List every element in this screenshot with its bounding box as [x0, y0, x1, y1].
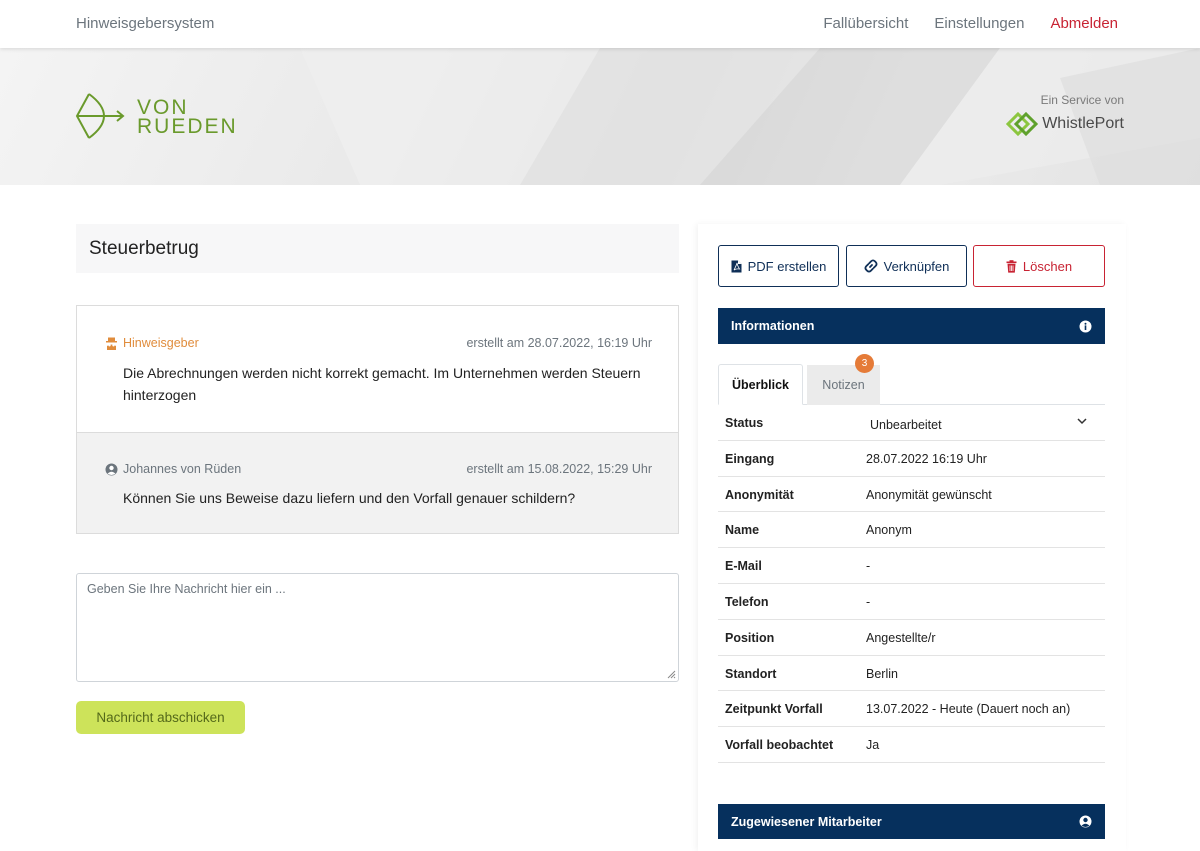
info-row: Position Angestellte/r: [718, 620, 1105, 656]
message-text: Die Abrechnungen werden nicht korrekt ge…: [123, 365, 641, 403]
top-navbar: Hinweisgebersystem Fallübersicht Einstel…: [0, 0, 1200, 48]
info-row: Vorfall beobachtet Ja: [718, 727, 1105, 763]
info-row: Zeitpunkt Vorfall 13.07.2022 - Heute (Da…: [718, 691, 1105, 728]
message-item: Johannes von Rüden erstellt am 15.08.202…: [77, 432, 678, 533]
logo-text-line2: RUEDEN: [137, 115, 238, 138]
trash-icon: [1006, 259, 1017, 273]
delete-case-label: Löschen: [1022, 258, 1073, 274]
service-provider: Ein Service von WhistlePort: [1006, 93, 1124, 136]
company-logo: VON RUEDEN: [75, 92, 238, 142]
bow-arrow-logo-icon: [75, 93, 125, 139]
assigned-employee-label: Zugewiesener Mitarbeiter: [731, 814, 882, 829]
info-value: -: [866, 594, 871, 609]
info-value: Anonymität gewünscht: [866, 487, 992, 502]
information-header-label: Informationen: [731, 319, 815, 333]
link-chain-icon: [864, 259, 878, 273]
pdf-file-icon: [731, 260, 742, 272]
message-timestamp: erstellt am 15.08.2022, 15:29 Uhr: [466, 462, 652, 476]
case-information-table: Status Unbearbeitet Eingang 28.07.2022 1…: [718, 405, 1105, 763]
message-input[interactable]: [76, 573, 679, 682]
tab-overview[interactable]: Überblick: [718, 364, 803, 405]
info-label: Status: [725, 416, 764, 430]
info-row: Telefon -: [718, 584, 1105, 620]
info-label: Vorfall beobachtet: [725, 738, 834, 753]
info-tabs: Überblick Notizen: [718, 364, 1105, 405]
resize-grip-icon[interactable]: [666, 669, 676, 679]
create-pdf-button[interactable]: PDF erstellen: [718, 245, 839, 287]
link-case-button[interactable]: Verknüpfen: [846, 245, 967, 287]
info-value: Berlin: [866, 666, 898, 681]
info-label: E-Mail: [725, 559, 762, 574]
info-label: Position: [725, 630, 775, 645]
info-row: E-Mail -: [718, 548, 1105, 584]
info-row: Anonymität Anonymität gewünscht: [718, 477, 1105, 513]
link-case-label: Verknüpfen: [883, 258, 950, 274]
header-banner: VON RUEDEN Ein Service von WhistlePort: [0, 48, 1200, 185]
message-item: Hinweisgeber erstellt am 28.07.2022, 16:…: [77, 306, 678, 432]
whistleport-logo-icon: [1006, 112, 1039, 136]
user-circle-icon: [105, 463, 118, 475]
information-section-header[interactable]: Informationen: [718, 308, 1105, 344]
info-label: Zeitpunkt Vorfall: [725, 702, 823, 717]
info-value: Anonym: [866, 523, 912, 538]
info-label: Name: [725, 523, 760, 538]
app-brand[interactable]: Hinweisgebersystem: [76, 15, 214, 32]
message-timestamp: erstellt am 28.07.2022, 16:19 Uhr: [466, 336, 652, 350]
info-value: 28.07.2022 16:19 Uhr: [866, 451, 987, 466]
info-label: Anonymität: [725, 487, 794, 502]
info-value: -: [866, 559, 871, 574]
nav-link-case-overview[interactable]: Fallübersicht: [823, 15, 908, 32]
message-author: Hinweisgeber: [123, 336, 199, 350]
info-value: 13.07.2022 - Heute (Dauert noch an): [866, 702, 1071, 717]
info-row: Standort Berlin: [718, 656, 1105, 692]
message-text: Können Sie uns Beweise dazu liefern und …: [123, 490, 576, 506]
info-row: Name Anonym: [718, 512, 1105, 549]
nav-link-settings[interactable]: Einstellungen: [934, 15, 1024, 32]
info-label: Eingang: [725, 451, 775, 466]
info-circle-icon[interactable]: [1079, 320, 1092, 333]
service-name: WhistlePort: [1042, 115, 1124, 132]
info-value: Angestellte/r: [866, 630, 936, 645]
info-label: Standort: [725, 666, 777, 681]
nav-links: Fallübersicht Einstellungen Abmelden: [823, 15, 1118, 32]
info-value: Ja: [866, 738, 880, 753]
message-author: Johannes von Rüden: [123, 462, 242, 476]
notes-count-badge: 3: [855, 354, 874, 373]
assigned-employee-section-header[interactable]: Zugewiesener Mitarbeiter: [718, 804, 1105, 839]
info-row-status: Status Unbearbeitet: [718, 405, 1105, 441]
info-row: Eingang 28.07.2022 16:19 Uhr: [718, 441, 1105, 477]
chevron-down-icon[interactable]: [1077, 417, 1087, 425]
case-title: Steuerbetrug: [76, 224, 679, 273]
status-select[interactable]: Unbearbeitet: [870, 418, 942, 432]
create-pdf-label: PDF erstellen: [747, 258, 827, 274]
message-thread: Hinweisgeber erstellt am 28.07.2022, 16:…: [76, 305, 679, 534]
send-message-button[interactable]: Nachricht abschicken: [76, 701, 245, 734]
nav-link-logout[interactable]: Abmelden: [1050, 15, 1118, 32]
service-label: Ein Service von: [1040, 93, 1124, 107]
user-circle-icon[interactable]: [1079, 815, 1092, 828]
delete-case-button[interactable]: Löschen: [973, 245, 1105, 287]
whistleblower-incognito-icon: [106, 337, 117, 350]
info-label: Telefon: [725, 594, 769, 609]
